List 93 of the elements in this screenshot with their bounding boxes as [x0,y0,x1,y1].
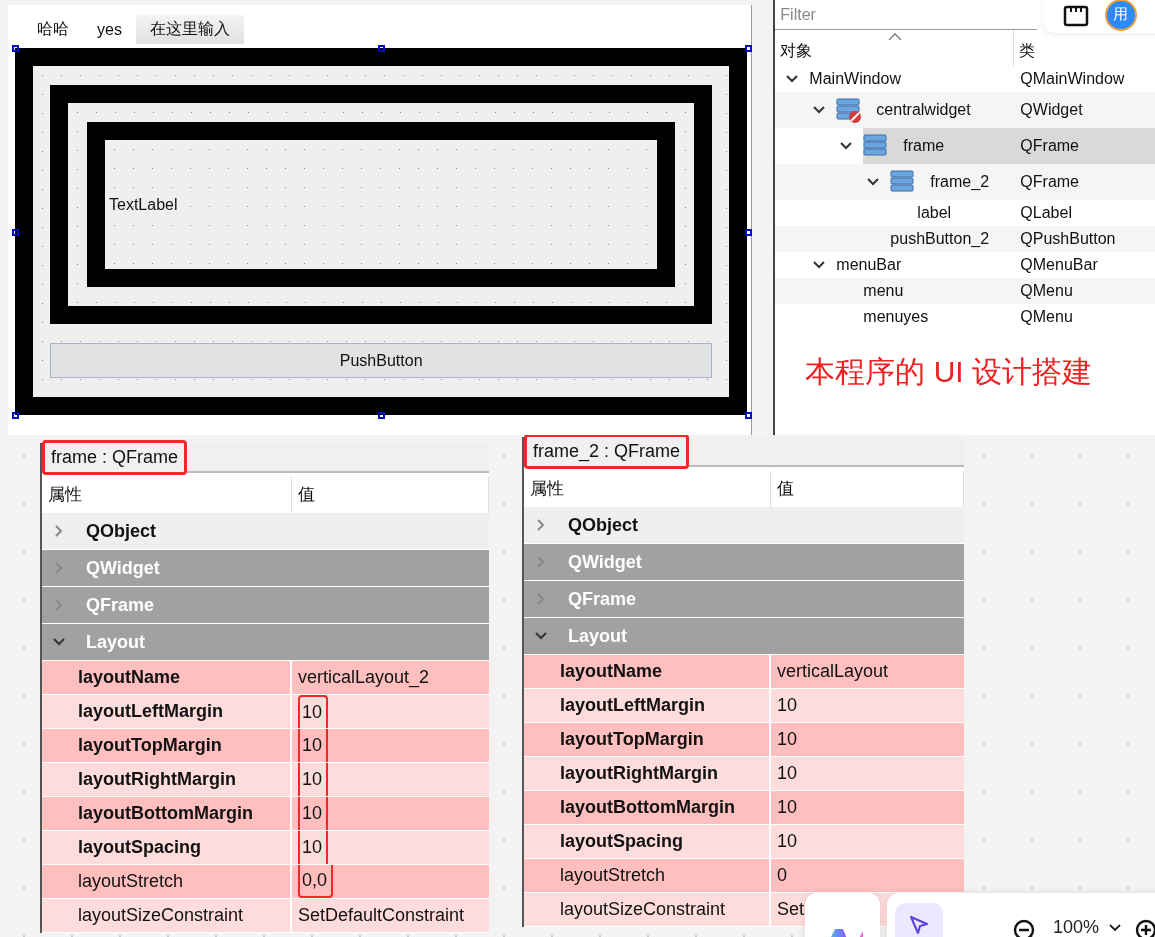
annotation-text: 本程序的 UI 设计搭建 [805,354,1093,390]
text-label: TextLabel [108,195,178,214]
group-label: QObject [568,514,638,536]
object-name: frame [903,137,945,155]
broken-layout-icon [836,96,863,124]
property-row[interactable]: layoutBottomMargin 10 [42,797,489,831]
property-row[interactable]: layoutLeftMargin 10 [42,695,489,729]
class-name: QFrame [1019,173,1079,191]
object-name: label [917,204,952,222]
class-name: QFrame [1019,137,1079,155]
object-name: frame_2 [930,173,990,191]
cursor-icon [908,914,930,936]
resize-handle[interactable] [12,45,19,52]
class-name: QPushButton [1019,230,1116,248]
property-name: layoutSizeConstraint [524,893,771,926]
panel-title: frame_2 : QFrame [524,433,690,469]
tree-row[interactable]: pushButton_2 QPushButton [775,226,1155,252]
property-name: layoutSizeConstraint [42,899,292,932]
object-name: centralwidget [876,101,971,119]
tree-row[interactable]: frame_2 QFrame [775,164,1155,200]
class-name: QMenu [1019,282,1073,300]
property-value: 10 [777,729,798,750]
resize-handle[interactable] [745,229,752,236]
resize-handle[interactable] [745,45,752,52]
group-label: Layout [568,625,627,647]
object-name: pushButton_2 [890,230,990,248]
property-value: 10 [302,702,323,723]
object-name: menu [863,282,904,300]
property-value: 10 [302,837,323,858]
property-value: verticalLayout_2 [298,667,430,688]
sort-icon[interactable] [888,33,903,41]
tree-row[interactable]: centralwidget QWidget [775,92,1155,128]
column-header[interactable]: 类 [1014,30,1155,66]
property-row[interactable]: layoutName verticalLayout_2 [42,661,489,695]
pointer-tool-button[interactable] [895,903,943,937]
zoom-level-dropdown[interactable]: 100% [1053,917,1122,937]
resize-handle[interactable] [745,412,752,419]
class-name: QMainWindow [1019,70,1125,88]
property-row[interactable]: layoutRightMargin 10 [524,757,964,791]
property-value: 10 [302,735,323,756]
property-row[interactable]: layoutStretch 0 [524,859,964,893]
group-row[interactable]: QObject [524,507,964,544]
panel-title: frame : QFrame [42,439,188,475]
property-row[interactable]: layoutSpacing 10 [42,831,489,865]
property-value: 10 [777,763,798,784]
object-name: MainWindow [809,70,901,88]
push-button[interactable]: PushButton [50,343,713,378]
group-label: QFrame [568,588,637,610]
label-frame[interactable]: TextLabel [87,122,676,287]
property-value: SetDefaultConstraint [298,905,465,926]
group-label: QWidget [568,551,642,573]
object-name: menuBar [836,256,902,274]
property-row[interactable]: layoutLeftMargin 10 [524,689,964,723]
property-row[interactable]: layoutRightMargin 10 [42,763,489,797]
frame[interactable]: TextLabel PushButton [15,48,748,415]
inner-frame[interactable]: TextLabel [50,85,713,324]
app-logo-card[interactable] [805,893,880,937]
property-value: verticalLayout [777,661,889,682]
class-name: QWidget [1019,101,1083,119]
property-row[interactable]: layoutSizeConstraint SetDefaultConstraint [42,899,489,933]
property-row[interactable]: layoutTopMargin 10 [524,723,964,757]
chevron-down-icon [1109,923,1122,932]
property-value: 10 [777,797,798,818]
property-value: 10 [777,695,798,716]
menu-item[interactable]: yes [83,16,136,43]
group-label: QFrame [86,594,155,616]
resize-handle[interactable] [378,45,385,52]
class-name: QLabel [1019,204,1072,222]
property-value: Set [777,899,805,920]
object-name: menuyes [863,308,929,326]
group-label: QObject [86,520,156,542]
group-label: QWidget [86,557,160,579]
property-row[interactable]: layoutBottomMargin 10 [524,791,964,825]
class-name: QMenu [1019,308,1073,326]
box-icon[interactable] [1063,4,1089,27]
property-row[interactable]: layoutName verticalLayout [524,655,964,689]
class-name: QMenuBar [1019,256,1098,274]
property-value: 10 [777,831,798,852]
menu-input[interactable]: 在这里输入 [135,15,244,44]
property-value: 10 [302,803,323,824]
resize-handle[interactable] [378,412,385,419]
property-value: 0,0 [302,870,328,891]
property-row[interactable]: layoutStretch 0,0 [42,865,489,899]
group-row[interactable]: QObject [42,513,489,550]
property-value: 10 [302,769,323,790]
property-row[interactable]: layoutSpacing 10 [524,825,964,859]
tree-row[interactable]: menu QMenu [775,278,1155,304]
resize-handle[interactable] [12,412,19,419]
resize-handle[interactable] [12,229,19,236]
property-value: 0 [777,865,787,886]
group-label: Layout [86,631,145,653]
property-row[interactable]: layoutTopMargin 10 [42,729,489,763]
menu-item[interactable]: 哈哈 [23,15,83,44]
